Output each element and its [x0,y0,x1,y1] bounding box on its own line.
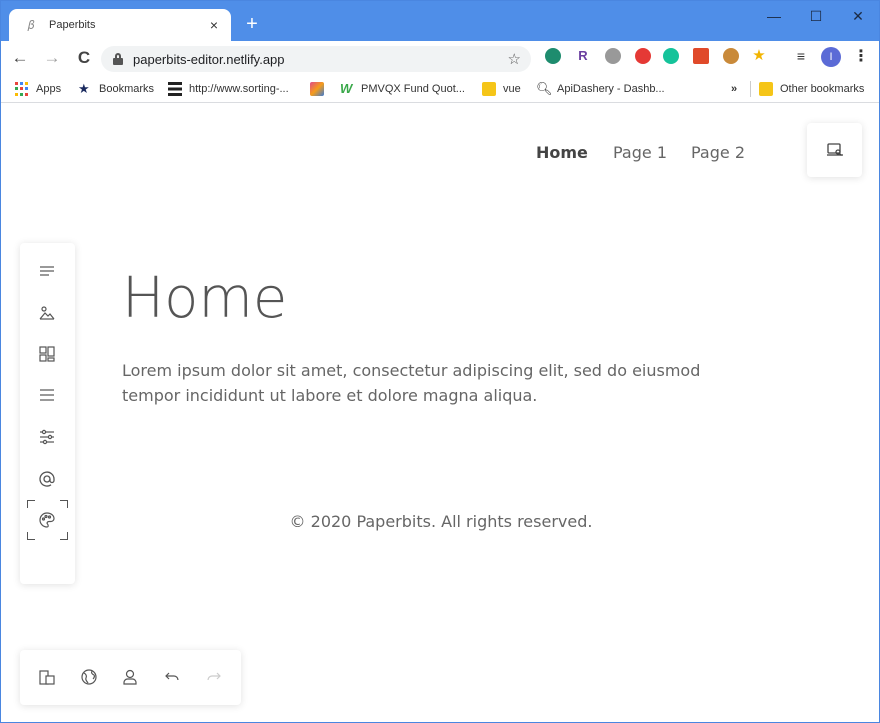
sorting-icon [168,82,182,96]
nav-link-page-1[interactable]: Page 1 [613,143,667,162]
folder-icon [482,82,496,96]
address-bar[interactable]: paperbits-editor.netlify.app ☆ [101,46,531,72]
media-icon[interactable] [37,303,57,323]
text-icon[interactable] [37,261,57,281]
apps-grid-icon [15,82,29,96]
lock-icon [113,53,123,65]
bookmark-image[interactable] [310,79,331,99]
close-window-button[interactable]: ✕ [841,5,875,27]
extension-green-icon[interactable] [545,48,561,64]
bookmark-apidashery[interactable]: 🔍︎ ApiDashery - Dashb... [536,79,665,99]
page-viewport: Home Page 1 Page 2 Home Lorem ipsum dolo… [1,104,879,722]
widgets-icon[interactable] [37,344,57,364]
bookmark-label: http://www.sorting-... [189,83,289,95]
bookmark-label: vue [503,83,521,95]
browser-menu-icon[interactable]: ⋮ [853,47,869,67]
extension-tag-icon[interactable] [693,48,709,64]
bookmark-sorting[interactable]: http://www.sorting-... [168,79,289,99]
maximize-button[interactable]: ☐ [799,5,833,27]
settings-icon[interactable] [37,427,57,447]
bookmark-label: PMVQX Fund Quot... [361,83,465,95]
bookmark-other[interactable]: Other bookmarks [759,79,864,99]
url-text: paperbits-editor.netlify.app [133,51,285,67]
nav-link-page-2[interactable]: Page 2 [691,143,745,162]
selection-corner [27,532,35,540]
selection-corner [27,500,35,508]
star-icon: ★ [78,81,90,96]
footer-copyright: © 2020 Paperbits. All rights reserved. [289,512,593,531]
folder-icon [759,82,773,96]
editor-left-toolbar [20,243,75,584]
w-logo-icon: W [340,81,353,96]
selection-corner [60,532,68,540]
browser-tab[interactable]: 𝛽 Paperbits × [9,9,231,41]
title-bar: 𝛽 Paperbits × + — ☐ ✕ [1,1,879,41]
bookmark-apps[interactable]: Apps [15,79,61,99]
bookmark-label: Other bookmarks [780,83,865,95]
browser-window: 𝛽 Paperbits × + — ☐ ✕ ← → C paperbits-ed… [0,0,880,723]
page-paragraph: Lorem ipsum dolor sit amet, consectetur … [122,361,701,405]
devices-icon[interactable] [37,667,57,687]
extension-chat-icon[interactable] [605,48,621,64]
selection-corner [60,500,68,508]
redo-icon[interactable] [204,667,224,687]
browser-toolbar: ← → C paperbits-editor.netlify.app ☆ [1,41,879,75]
bookmarks-bar: Apps ★ Bookmarks http://www.sorting-... … [1,75,879,103]
site-search-button[interactable] [807,123,862,177]
tab-title: Paperbits [49,19,96,31]
email-icon[interactable] [37,469,57,489]
bookmark-label: ApiDashery - Dashb... [557,83,665,95]
extension-star-icon[interactable]: ★ [751,48,767,64]
user-icon[interactable] [120,667,140,687]
forward-button[interactable]: → [39,45,65,71]
bookmark-pmvqx[interactable]: W PMVQX Fund Quot... [340,79,465,99]
undo-icon[interactable] [162,667,182,687]
media-queue-icon[interactable]: ≡ [793,48,809,64]
grammarly-icon[interactable] [663,48,679,64]
tab-close-icon[interactable]: × [205,16,223,34]
paperbits-favicon-icon: 𝛽 [27,18,35,32]
bookmarks-divider [750,81,751,97]
image-icon [310,82,324,96]
magnifier-icon: 🔍︎ [536,81,553,96]
bookmark-label: Apps [36,83,62,95]
editor-bottom-toolbar [20,650,241,705]
site-search-icon [826,143,843,156]
new-tab-button[interactable]: + [241,13,263,35]
menu-icon[interactable] [37,385,57,405]
bookmark-star-icon[interactable]: ☆ [508,50,521,68]
bookmark-vue[interactable]: vue [482,79,521,99]
reload-button[interactable]: C [71,45,97,71]
page-heading: Home [122,266,288,331]
bookmarks-overflow-button[interactable]: » [731,79,737,99]
bookmark-bookmarks[interactable]: ★ Bookmarks [78,79,154,99]
extension-r-icon[interactable]: R [575,48,591,64]
profile-avatar[interactable]: I [821,47,841,67]
nav-link-home[interactable]: Home [536,143,588,162]
extension-target-icon[interactable] [635,48,651,64]
cookie-icon[interactable] [723,48,739,64]
back-button[interactable]: ← [7,45,33,71]
minimize-button[interactable]: — [757,5,791,27]
globe-icon[interactable] [79,667,99,687]
bookmark-label: Bookmarks [99,83,155,95]
